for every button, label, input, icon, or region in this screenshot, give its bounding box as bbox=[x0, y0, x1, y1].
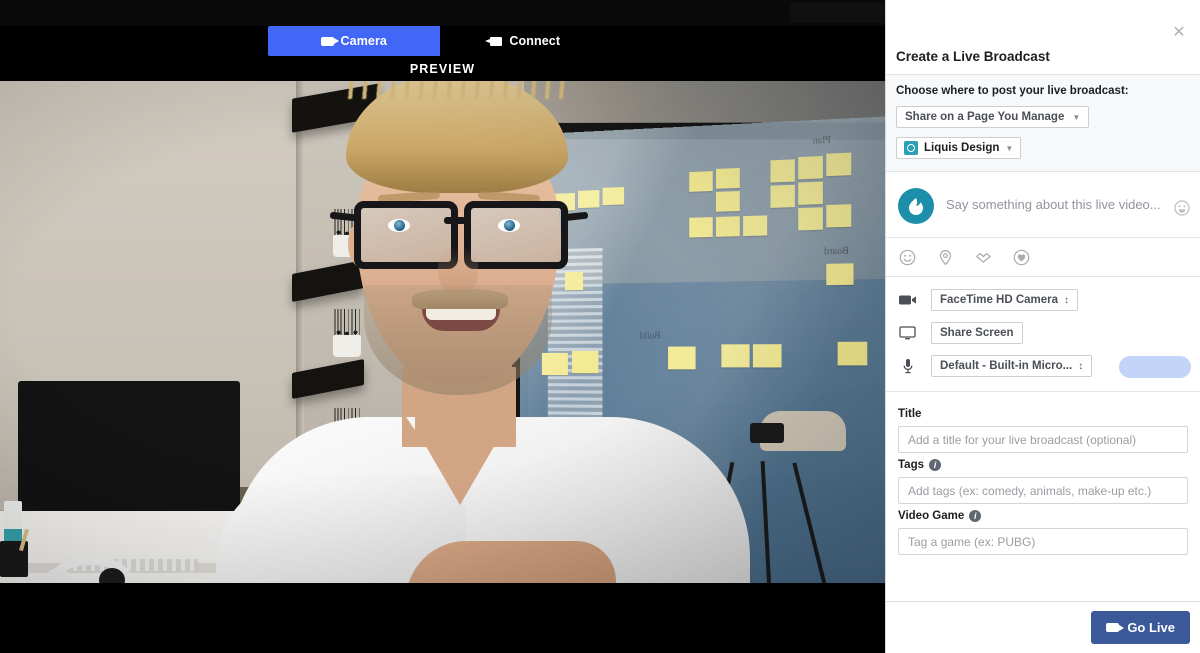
video-game-input[interactable] bbox=[898, 528, 1188, 555]
camera-device-select[interactable]: FaceTime HD Camera ↕ bbox=[931, 289, 1079, 311]
updown-chevron-icon: ↕ bbox=[1064, 294, 1070, 306]
panel-footer: Go Live bbox=[886, 601, 1200, 653]
microphone-device-row: Default - Built-in Micro... ↕ bbox=[898, 355, 1191, 378]
chevron-down-icon: ▼ bbox=[1005, 143, 1014, 153]
page-avatar-icon bbox=[904, 141, 918, 155]
headphones bbox=[45, 556, 131, 583]
microphone-device-value: Default - Built-in Micro... bbox=[940, 360, 1073, 372]
title-input[interactable] bbox=[898, 426, 1188, 453]
person-subject bbox=[120, 81, 750, 583]
feeling-activity-icon[interactable] bbox=[899, 249, 916, 266]
stage-topbar-strip bbox=[790, 3, 885, 23]
composer-placeholder: Say something about this live video... bbox=[946, 197, 1161, 212]
destination-dropdown-value: Share on a Page You Manage bbox=[905, 111, 1065, 123]
glasses-temple bbox=[561, 211, 589, 222]
forearm bbox=[406, 541, 616, 583]
tripod-leg bbox=[760, 460, 772, 583]
teeth bbox=[426, 309, 496, 320]
glasses-lens bbox=[464, 201, 568, 269]
mouth bbox=[422, 309, 500, 331]
camera-device-row: FaceTime HD Camera ↕ bbox=[898, 289, 1188, 311]
check-in-location-icon[interactable] bbox=[937, 249, 954, 266]
source-tabs: Camera Connect bbox=[268, 26, 611, 56]
video-letterbox bbox=[0, 583, 885, 653]
share-screen-button[interactable]: Share Screen bbox=[931, 322, 1023, 344]
iris bbox=[394, 220, 405, 231]
video-game-field-label: Video Game i bbox=[898, 510, 1188, 522]
preview-label: PREVIEW bbox=[409, 62, 476, 76]
page-selector-label: Liquis Design bbox=[924, 142, 1000, 154]
stage-topbar bbox=[0, 0, 885, 26]
live-broadcast-app: Camera Connect PREVIEW ✕ Create a Live B… bbox=[0, 0, 1200, 653]
page-avatar-icon bbox=[898, 188, 934, 224]
emoji-picker-icon[interactable] bbox=[1174, 200, 1190, 216]
microphone-icon bbox=[898, 358, 917, 375]
destination-dropdown[interactable]: Share on a Page You Manage ▼ bbox=[896, 106, 1090, 128]
create-broadcast-panel: ✕ Create a Live Broadcast Choose where t… bbox=[885, 0, 1200, 653]
video-stage: Camera Connect PREVIEW bbox=[0, 0, 885, 653]
go-live-button[interactable]: Go Live bbox=[1091, 611, 1190, 644]
preview-scene: Plan Board Build bbox=[0, 81, 885, 583]
broadcast-fields: Title Tags i Video Game i bbox=[886, 392, 1200, 555]
updown-chevron-icon: ↕ bbox=[1078, 360, 1084, 372]
tab-camera-label: Camera bbox=[340, 34, 387, 48]
composer-actions bbox=[886, 238, 1200, 277]
video-game-field-label-text: Video Game bbox=[898, 510, 965, 522]
panel-header: ✕ Create a Live Broadcast bbox=[886, 0, 1200, 75]
screen-share-row: Share Screen bbox=[898, 322, 1188, 344]
info-icon[interactable]: i bbox=[929, 459, 941, 471]
video-camera-icon bbox=[898, 292, 917, 309]
tags-field-label: Tags i bbox=[898, 459, 1188, 471]
tab-connect-label: Connect bbox=[509, 34, 561, 48]
audio-level-meter[interactable] bbox=[1119, 356, 1191, 378]
post-destination-label: Choose where to post your live broadcast… bbox=[896, 85, 1129, 97]
video-camera-icon bbox=[320, 36, 339, 46]
glasses-bridge bbox=[444, 217, 466, 224]
info-icon[interactable]: i bbox=[969, 510, 982, 522]
tag-friends-icon[interactable] bbox=[975, 249, 992, 266]
mustache bbox=[412, 289, 508, 311]
share-screen-label: Share Screen bbox=[940, 327, 1014, 339]
tab-connect[interactable]: Connect bbox=[439, 26, 611, 56]
tags-input[interactable] bbox=[898, 477, 1188, 504]
microphone-device-select[interactable]: Default - Built-in Micro... ↕ bbox=[931, 355, 1093, 377]
go-live-label: Go Live bbox=[1127, 620, 1175, 635]
post-destination-section: Choose where to post your live broadcast… bbox=[886, 75, 1200, 172]
camera-device-value: FaceTime HD Camera bbox=[940, 294, 1059, 306]
iris bbox=[504, 220, 515, 231]
tags-field-label-text: Tags bbox=[898, 459, 924, 471]
tab-camera[interactable]: Camera bbox=[268, 26, 440, 56]
glasses-temple bbox=[329, 211, 357, 222]
camera-preview: Plan Board Build bbox=[0, 81, 885, 583]
page-title: Create a Live Broadcast bbox=[896, 49, 1050, 64]
close-icon[interactable]: ✕ bbox=[1170, 24, 1188, 42]
screen-share-icon bbox=[898, 325, 917, 342]
device-settings: FaceTime HD Camera ↕ Share Screen Defaul… bbox=[886, 277, 1200, 392]
video-camera-icon bbox=[1106, 623, 1125, 632]
bottle-label bbox=[4, 529, 22, 541]
title-field-label: Title bbox=[898, 408, 1188, 420]
tripod-head bbox=[750, 423, 784, 443]
tripod-leg bbox=[792, 462, 828, 583]
page-selector[interactable]: Liquis Design ▼ bbox=[896, 137, 1022, 159]
chevron-down-icon: ▼ bbox=[1072, 112, 1081, 122]
title-field-label-text: Title bbox=[898, 408, 922, 420]
post-composer[interactable]: Say something about this live video... bbox=[886, 172, 1200, 238]
eye bbox=[388, 219, 410, 232]
hair-spikes bbox=[346, 81, 568, 99]
plug-icon bbox=[485, 36, 503, 46]
eye bbox=[498, 219, 520, 232]
support-cause-icon[interactable] bbox=[1013, 249, 1030, 266]
